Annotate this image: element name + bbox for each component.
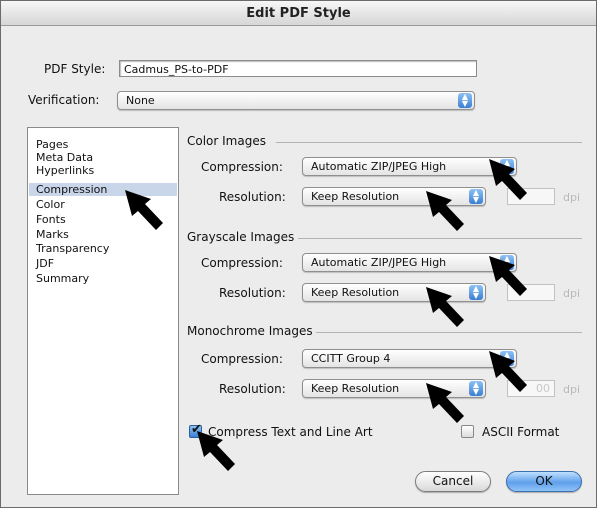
- arrow-pointer-icon: [489, 256, 527, 296]
- arrow-pointer-icon: [489, 159, 527, 200]
- edit-pdf-style-dialog: Edit PDF Style PDF Style: Cadmus_PS-to-P…: [0, 0, 597, 508]
- arrow-pointer-icon: [489, 351, 527, 392]
- arrow-pointer-icon: [426, 287, 464, 327]
- arrow-pointer-icon: [426, 383, 464, 423]
- arrow-pointer-icon: [426, 191, 464, 231]
- annotation-arrows: [125, 159, 527, 471]
- arrow-pointer-icon: [125, 190, 163, 230]
- arrow-pointer-icon: [197, 431, 235, 471]
